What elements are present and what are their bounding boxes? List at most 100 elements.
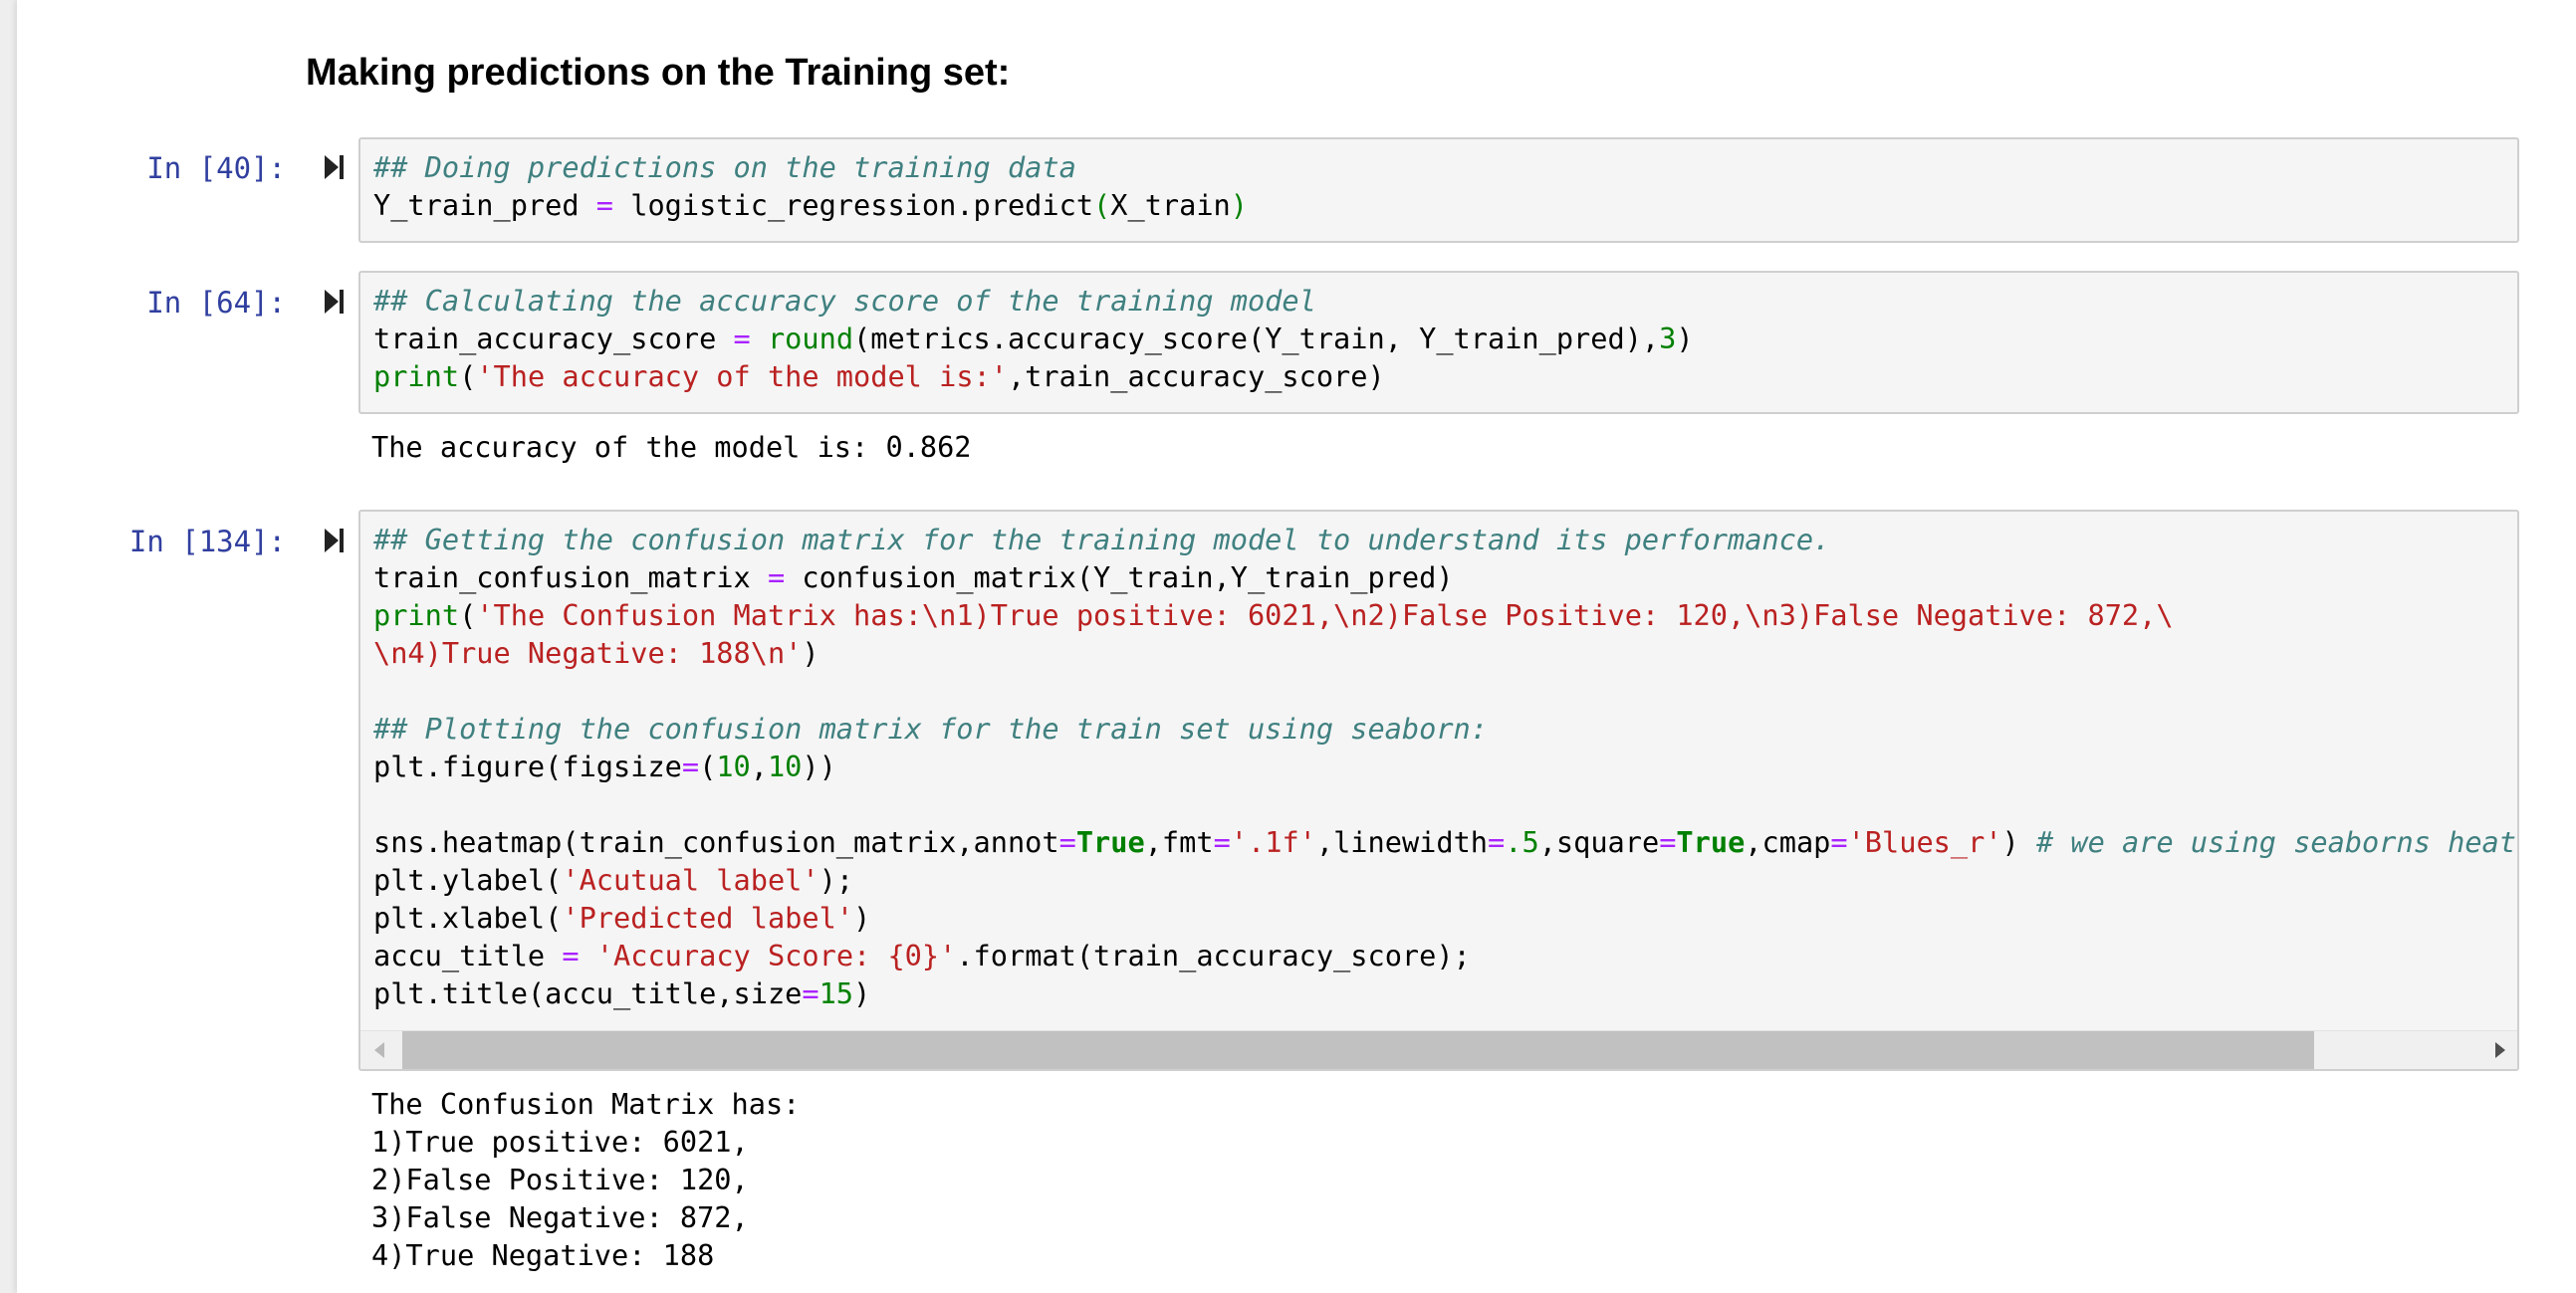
run-cell-icon[interactable] — [324, 153, 346, 181]
code-token: ) — [2001, 825, 2036, 859]
code-token: 'Predicted label' — [562, 901, 854, 935]
code-token: 10 — [767, 750, 803, 783]
code-token: ) — [853, 901, 871, 935]
cell-output: The accuracy of the model is: 0.862 — [371, 428, 972, 466]
cell-prompt: In [64]: — [146, 286, 286, 320]
code-token: plt.xlabel( — [373, 901, 563, 935]
code-token: ) — [853, 976, 871, 1010]
code-token: train_accuracy_score — [373, 322, 734, 355]
code-line: accu_title = 'Accuracy Score: {0}'.forma… — [373, 939, 1471, 972]
code-line: print('The accuracy of the model is:',tr… — [373, 359, 1385, 393]
code-token: ,train_accuracy_score) — [1007, 359, 1385, 393]
code-token: X_train — [1110, 188, 1231, 222]
code-token: 'The Confusion Matrix has:\n1)True posit… — [476, 598, 2174, 632]
code-cell[interactable]: ## Getting the confusion matrix for the … — [358, 510, 2519, 1071]
code-token: 10 — [716, 750, 751, 783]
code-token: (metrics.accuracy_score(Y_train, Y_train… — [853, 322, 1660, 355]
code-line: \n4)True Negative: 188\n') — [373, 636, 820, 670]
code-input[interactable]: ## Doing predictions on the training dat… — [373, 148, 1248, 224]
code-cell[interactable]: ## Calculating the accuracy score of the… — [358, 271, 2519, 414]
code-token: 15 — [819, 976, 854, 1010]
code-token: ,cmap — [1745, 825, 1831, 859]
code-token: .5 — [1505, 825, 1539, 859]
code-token: \n4)True Negative: 188\n' — [373, 636, 803, 670]
code-token: plt.ylabel( — [373, 863, 563, 897]
output-line: The accuracy of the model is: 0.862 — [371, 430, 972, 464]
cell-output: The Confusion Matrix has: 1)True positiv… — [371, 1085, 800, 1274]
code-line: plt.xlabel('Predicted label') — [373, 901, 870, 935]
code-token: , — [750, 750, 768, 783]
horizontal-scrollbar[interactable] — [360, 1030, 2517, 1069]
code-token: print — [373, 598, 460, 632]
code-token: accu_title — [373, 939, 563, 972]
code-token: ## Calculating the accuracy score of the… — [373, 284, 1316, 318]
code-token: Y_train_pred — [373, 188, 596, 222]
code-token: = — [562, 939, 580, 972]
code-token: = — [1830, 825, 1848, 859]
code-token: plt.figure(figsize — [373, 750, 682, 783]
code-token: 'The accuracy of the model is:' — [476, 359, 1008, 393]
code-token: 'Blues_r' — [1847, 825, 2002, 859]
arrow-right-icon[interactable] — [2495, 1042, 2505, 1058]
output-text: The accuracy of the model is: 0.862 — [371, 428, 972, 466]
code-token: ( — [1093, 188, 1111, 222]
code-token: plt.title(accu_title,size — [373, 976, 803, 1010]
code-token: True — [1676, 825, 1746, 859]
code-line: Y_train_pred = logistic_regression.predi… — [373, 188, 1248, 222]
code-token: print — [373, 359, 460, 393]
code-token: # we are using seaborns heat — [2035, 825, 2516, 859]
scrollbar-thumb[interactable] — [402, 1031, 2314, 1069]
code-token: ## Getting the confusion matrix for the … — [373, 523, 1831, 556]
code-token: .format(train_accuracy_score); — [956, 939, 1471, 972]
code-line: plt.title(accu_title,size=15) — [373, 976, 870, 1010]
code-token: = — [1659, 825, 1677, 859]
code-line: ## Plotting the confusion matrix for the… — [373, 712, 1488, 746]
cell-prompt: In [40]: — [146, 151, 286, 185]
code-token: = — [802, 976, 820, 1010]
code-token: '.1f' — [1230, 825, 1316, 859]
output-line: 1)True positive: 6021, — [371, 1125, 749, 1159]
code-token: ,fmt — [1144, 825, 1214, 859]
code-token: 3 — [1659, 322, 1677, 355]
code-token: ) — [1230, 188, 1248, 222]
code-token: train_confusion_matrix — [373, 560, 768, 594]
arrow-left-icon[interactable] — [374, 1042, 384, 1058]
code-line: print('The Confusion Matrix has:\n1)True… — [373, 598, 2174, 632]
code-token: = — [595, 188, 614, 222]
run-cell-icon[interactable] — [324, 527, 346, 554]
code-input[interactable]: ## Getting the confusion matrix for the … — [373, 521, 2516, 1012]
code-token: True — [1075, 825, 1145, 859]
code-token: ## Doing predictions on the training dat… — [373, 150, 1076, 184]
output-line: 2)False Positive: 120, — [371, 1163, 749, 1196]
code-input[interactable]: ## Calculating the accuracy score of the… — [373, 282, 1694, 395]
code-line: sns.heatmap(train_confusion_matrix,annot… — [373, 825, 2516, 859]
code-token: = — [733, 322, 751, 355]
code-token: ,square — [1538, 825, 1660, 859]
code-token: = — [681, 750, 700, 783]
code-token: ( — [699, 750, 717, 783]
code-cell[interactable]: ## Doing predictions on the training dat… — [358, 137, 2519, 243]
cell-prompt: In [134]: — [128, 525, 286, 558]
output-line: The Confusion Matrix has: — [371, 1087, 801, 1121]
code-token: ,linewidth — [1315, 825, 1489, 859]
section-heading: Making predictions on the Training set: — [306, 52, 1011, 94]
code-token: logistic_regression.predict — [613, 188, 1094, 222]
code-token: round — [767, 322, 854, 355]
code-line: plt.figure(figsize=(10,10)) — [373, 750, 836, 783]
code-line: ## Getting the confusion matrix for the … — [373, 523, 1830, 556]
code-token: = — [1058, 825, 1076, 859]
code-line: train_accuracy_score = round(metrics.acc… — [373, 322, 1694, 355]
code-token: confusion_matrix(Y_train,Y_train_pred) — [785, 560, 1454, 594]
code-line: ## Calculating the accuracy score of the… — [373, 284, 1316, 318]
code-token: )) — [802, 750, 836, 783]
code-line: ## Doing predictions on the training dat… — [373, 150, 1076, 184]
code-line: plt.ylabel('Acutual label'); — [373, 863, 853, 897]
code-token: 'Accuracy Score: {0}' — [595, 939, 957, 972]
code-token: 'Acutual label' — [562, 863, 820, 897]
code-token: = — [1213, 825, 1231, 859]
code-token: ( — [459, 598, 477, 632]
run-cell-icon[interactable] — [324, 288, 346, 316]
output-line: 4)True Negative: 188 — [371, 1238, 715, 1272]
